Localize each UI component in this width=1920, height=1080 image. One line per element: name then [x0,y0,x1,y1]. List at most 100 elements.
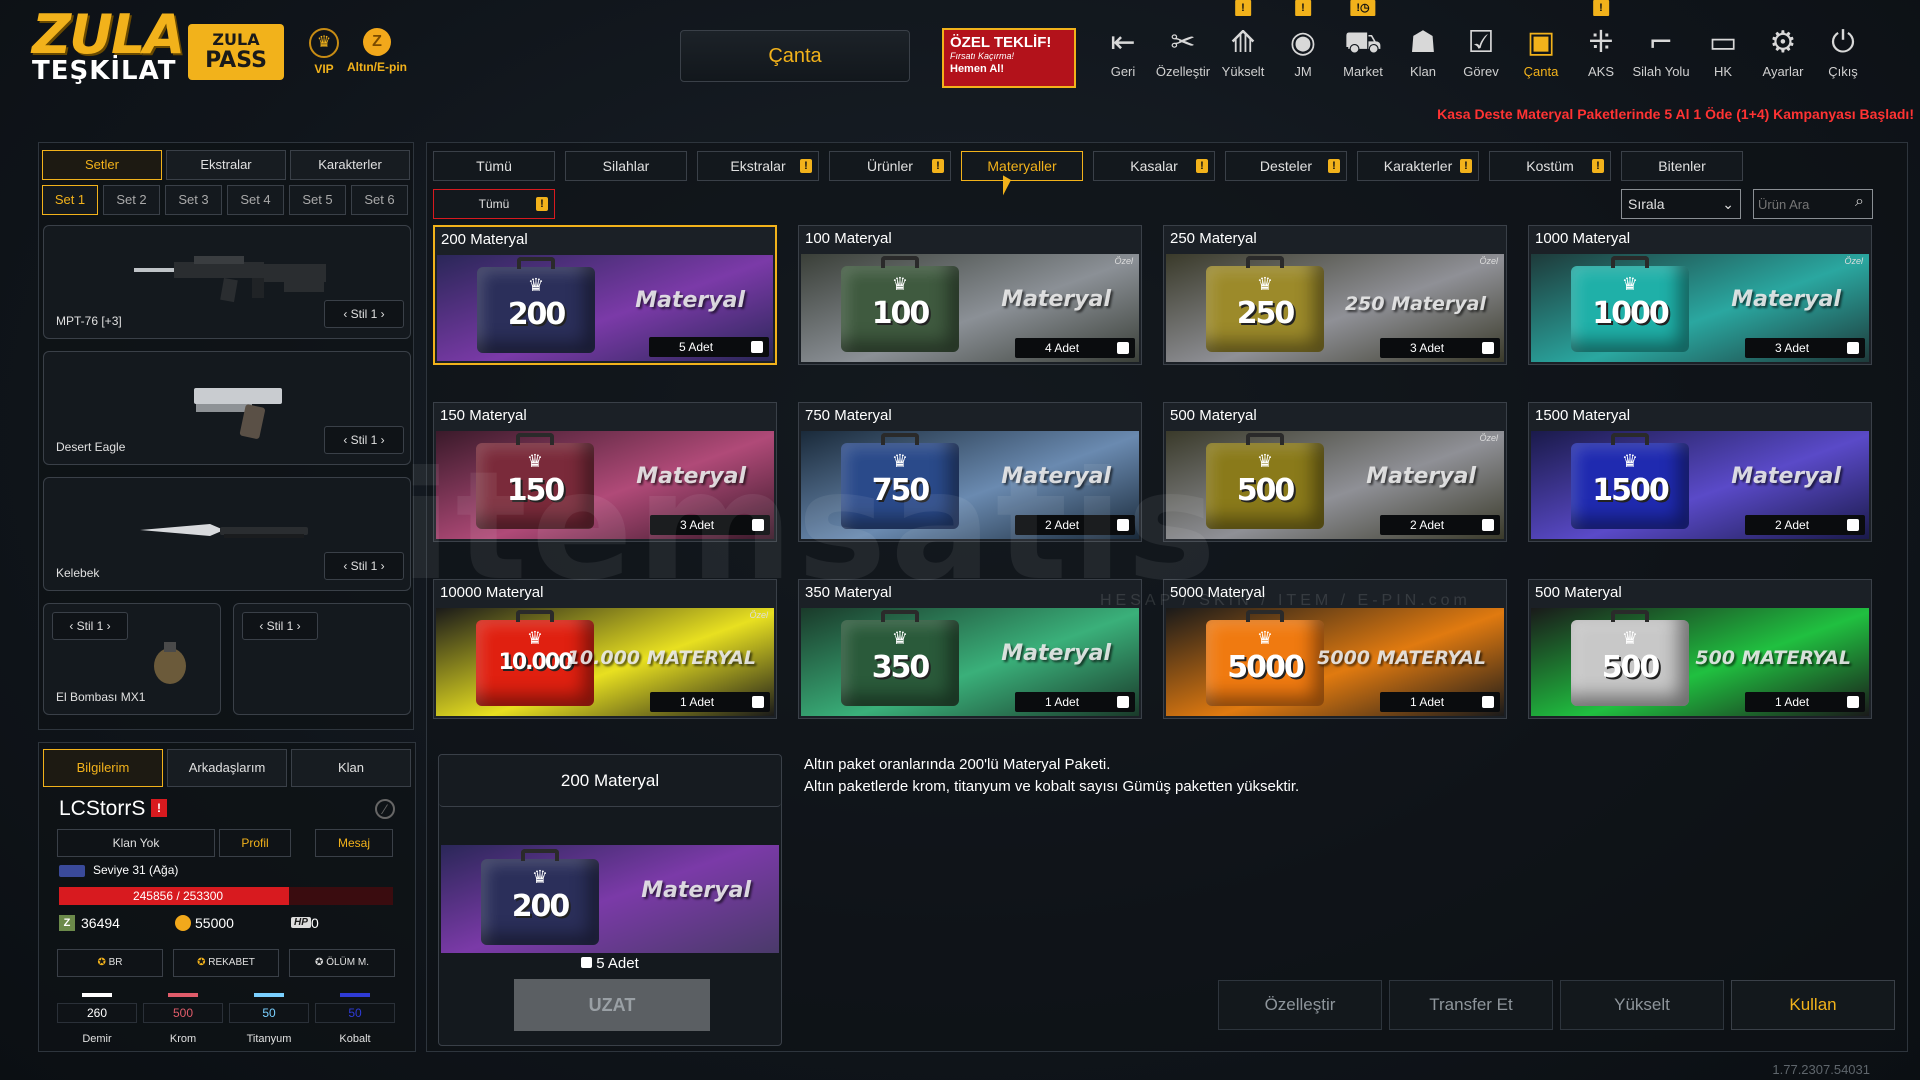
olum-stat-button[interactable]: ✪ ÖLÜM M. [289,949,395,977]
tools-icon: ✂ [1170,25,1196,60]
empty-stil-selector[interactable]: ‹ Stil 1 › [242,612,318,640]
nav-cart-button[interactable]: ⛟ Market !◷ [1334,0,1392,79]
gear-icon: ⚙ [1769,25,1797,60]
zula-pass-button[interactable]: ZULA PASS [188,24,284,80]
search-icon[interactable]: ⌕ [1855,193,1864,211]
set-2-tab[interactable]: Set 2 [103,185,160,215]
tab-karakterler[interactable]: Karakterler [290,150,410,180]
tab-ekstralar[interactable]: Ekstralar [166,150,286,180]
yukselt-button[interactable]: Yükselt [1560,980,1724,1030]
item-card[interactable]: 500 Materyal ♛ 500 Materyal Özel 2 Adet [1163,402,1507,542]
set-4-tab[interactable]: Set 4 [227,185,284,215]
search-box[interactable]: ⌕ [1753,189,1873,219]
set-5-tab[interactable]: Set 5 [289,185,346,215]
nav-gear-button[interactable]: ⚙ Ayarlar [1754,24,1812,79]
pass-line1: ZULA [212,30,260,49]
special-offer-button[interactable]: ÖZEL TEKLİF! Fırsatı Kaçırma! Hemen Al! [942,28,1076,88]
melee-weapon-slot[interactable]: Kelebek ‹ Stil 1 › [43,477,411,591]
set-1-tab[interactable]: Set 1 [42,185,98,215]
rekabet-stat-button[interactable]: ✪ REKABET [173,949,279,977]
empty-slot[interactable]: ‹ Stil 1 › [233,603,411,715]
ozel-tag: Özel [749,610,768,620]
item-card[interactable]: 1500 Materyal ♛ 1500 Materyal 2 Adet [1528,402,1872,542]
vip-button[interactable]: ♛ VIP [306,28,342,76]
nav-coins-button[interactable]: ◉ JM! [1274,0,1332,79]
category-tab[interactable]: Silahlar [565,151,687,181]
item-card[interactable]: 750 Materyal ♛ 750 Materyal 2 Adet [798,402,1142,542]
primary-stil-selector[interactable]: ‹ Stil 1 › [324,300,404,328]
altin-label: Altın/E-pin [347,60,407,74]
item-card[interactable]: 100 Materyal ♛ 100 Materyal Özel 4 Adet [798,225,1142,365]
category-tab-label: Materyaller [987,158,1057,174]
set-6-tab[interactable]: Set 6 [351,185,408,215]
nav-label: Ayarlar [1762,64,1804,79]
kullan-button[interactable]: Kullan [1731,980,1895,1030]
nav-tools-button[interactable]: ✂ Özelleştir [1154,24,1212,79]
melee-stil-selector[interactable]: ‹ Stil 1 › [324,552,404,580]
grenade-slot[interactable]: ‹ Stil 1 › El Bombası MX1 [43,603,221,715]
nav-back-button[interactable]: ⇤ Geri [1094,24,1152,79]
mesaj-button[interactable]: Mesaj [315,829,393,857]
ozel-tag: Özel [1114,256,1133,266]
category-tab[interactable]: Bitenler [1621,151,1743,181]
item-title: 500 Materyal [1535,584,1622,601]
case-handle [517,257,555,269]
canta-title-button[interactable]: Çanta [680,30,910,82]
item-quantity: 3 Adet [1380,338,1500,358]
tab-klan[interactable]: Klan [291,749,411,787]
nav-label: Geri [1110,64,1136,79]
search-input[interactable] [1758,194,1846,214]
item-card[interactable]: 10000 Materyal ♛ 10.000 10.000 MATERYAL Özel… [433,579,777,719]
profil-button[interactable]: Profil [219,829,291,857]
category-tab[interactable]: Karakterler! [1357,151,1479,181]
primary-weapon-slot[interactable]: MPT-76 [+3] ‹ Stil 1 › [43,225,411,339]
transfer-button[interactable]: Transfer Et [1389,980,1553,1030]
block-icon[interactable]: ⁄ [375,799,395,819]
primary-stil-label: Stil 1 [350,307,378,321]
item-card[interactable]: 500 Materyal ♛ 500 500 MATERYAL 1 Adet [1528,579,1872,719]
secondary-weapon-slot[interactable]: Desert Eagle ‹ Stil 1 › [43,351,411,465]
category-tab[interactable]: Tümü [433,151,555,181]
nav-clan-button[interactable]: ☗ Klan [1394,24,1452,79]
br-stat-button[interactable]: ✪ BR [57,949,163,977]
material-value: 50 [315,1003,395,1023]
nav-power-button[interactable]: ⏻ Çıkış [1814,24,1872,79]
subfilter-tumu[interactable]: Tümü ! [433,189,555,219]
nav-gun-button[interactable]: ⌐ Silah Yolu [1632,24,1690,79]
category-tab[interactable]: Ekstralar! [697,151,819,181]
set-3-tab[interactable]: Set 3 [165,185,222,215]
item-card[interactable]: 150 Materyal ♛ 150 Materyal 3 Adet [433,402,777,542]
tab-bilgilerim[interactable]: Bilgilerim [43,749,163,787]
category-tab[interactable]: Kostüm! [1489,151,1611,181]
nav-upgrade-button[interactable]: ⟰ Yükselt! [1214,0,1272,79]
item-card[interactable]: 350 Materyal ♛ 350 Materyal 1 Adet [798,579,1142,719]
nav-wallet-button[interactable]: ▭ HK [1694,24,1752,79]
klan-yok-button[interactable]: Klan Yok [57,829,215,857]
case-handle [1246,256,1284,268]
secondary-stil-selector[interactable]: ‹ Stil 1 › [324,426,404,454]
tab-arkadaslarim[interactable]: Arkadaşlarım [167,749,287,787]
offer-subtitle: Fırsatı Kaçırma! [950,51,1015,61]
nav-aks-button[interactable]: ⁜ AKS! [1572,0,1630,79]
item-title: 750 Materyal [805,407,892,424]
grenade-stil-selector[interactable]: ‹ Stil 1 › [52,612,128,640]
nav-bag-button[interactable]: ▣ Çanta [1512,24,1570,79]
crown-icon: ♛ [1256,628,1274,648]
item-card[interactable]: 200 Materyal ♛ 200 Materyal 5 Adet [433,225,777,365]
uzat-button[interactable]: UZAT [514,979,710,1031]
item-card[interactable]: 5000 Materyal ♛ 5000 5000 MATERYAL 1 Adet [1163,579,1507,719]
item-card[interactable]: 250 Materyal ♛ 250 250 Materyal Özel 3 Adet [1163,225,1507,365]
description-line-1: Altın paket oranlarında 200'lü Materyal … [804,756,1111,773]
nav-task-button[interactable]: ☑ Görev [1452,24,1510,79]
category-tab[interactable]: Desteler! [1225,151,1347,181]
item-card[interactable]: 1000 Materyal ♛ 1000 Materyal Özel 3 Adet [1528,225,1872,365]
ozellestir-button[interactable]: Özelleştir [1218,980,1382,1030]
item-quantity: 3 Adet [650,515,770,535]
tab-setler[interactable]: Setler [42,150,162,180]
category-tab[interactable]: Ürünler! [829,151,951,181]
sort-select[interactable]: Sırala ⌄ [1621,189,1741,219]
category-tab[interactable]: Kasalar! [1093,151,1215,181]
category-tab[interactable]: Materyaller [961,151,1083,181]
olum-label: ÖLÜM M. [326,957,369,968]
altin-epin-button[interactable]: Z Altın/E-pin [340,28,414,74]
